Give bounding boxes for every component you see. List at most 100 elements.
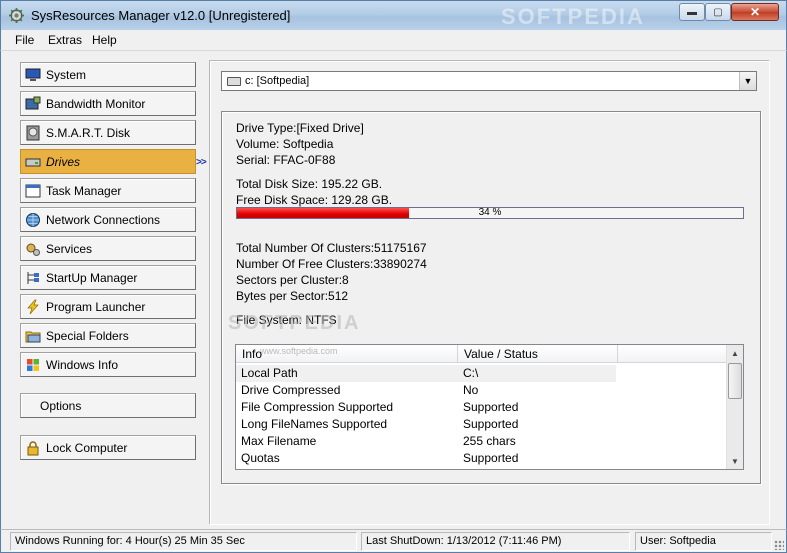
- options-label: Options: [40, 398, 82, 413]
- title-watermark: SOFTPEDIA: [501, 4, 645, 29]
- drive-select-value: c: [Softpedia]: [245, 75, 310, 87]
- maximize-button[interactable]: ▢: [705, 3, 731, 21]
- options-spacer: [25, 398, 35, 414]
- sectors-per-cluster: Sectors per Cluster:8: [236, 273, 349, 287]
- sidebar-item-bandwidth-monitor[interactable]: Bandwidth Monitor: [20, 91, 196, 116]
- watermark: SOFTPEDIA: [228, 312, 361, 334]
- status-user: User: Softpedia: [635, 532, 772, 551]
- scroll-up-icon[interactable]: ▲: [727, 345, 743, 361]
- menu-help[interactable]: Help: [92, 33, 117, 47]
- cell-value: Supported: [463, 400, 519, 414]
- cell-info: Long FileNames Supported: [241, 417, 388, 431]
- cell-value: C:\: [463, 366, 479, 380]
- sidebar-item-task-manager[interactable]: Task Manager: [20, 178, 196, 203]
- cell-info: Max Filename: [241, 434, 317, 448]
- sidebar-item-windows-info[interactable]: Windows Info: [20, 352, 196, 377]
- sidebar-item-program-launcher[interactable]: Program Launcher: [20, 294, 196, 319]
- task-window-icon: [25, 184, 41, 197]
- window-title: SysResources Manager v12.0 [Unregistered…: [31, 8, 291, 23]
- cell-info: Drive Compressed: [241, 383, 341, 397]
- watermark-url: www.softpedia.com: [260, 346, 338, 356]
- scroll-down-icon[interactable]: ▼: [727, 453, 743, 469]
- drive-properties-table[interactable]: Info Value / Status Local Path C:\ Drive C…: [235, 344, 744, 470]
- close-button[interactable]: ✕: [731, 3, 779, 21]
- scroll-thumb[interactable]: [728, 363, 742, 399]
- sidebar-item-label: Drives: [46, 154, 81, 169]
- sidebar-item-services[interactable]: Services: [20, 236, 196, 261]
- sidebar-item-label: Windows Info: [46, 357, 119, 372]
- table-row[interactable]: Drive Compressed No: [236, 382, 616, 399]
- hard-disk-icon: [26, 125, 40, 140]
- sidebar-item-label: Program Launcher: [46, 299, 146, 314]
- column-header-value[interactable]: Value / Status: [458, 345, 618, 363]
- minimize-button[interactable]: ▬: [679, 3, 705, 21]
- folders-icon: [25, 331, 41, 342]
- startup-tree-icon: [27, 271, 39, 284]
- maximize-icon: ▢: [713, 6, 723, 18]
- gears-icon: [26, 243, 40, 256]
- lock-icon: [27, 440, 39, 455]
- active-marker: >>: [196, 157, 207, 168]
- sidebar-item-drives[interactable]: Drives: [20, 149, 196, 174]
- cell-info: File Compression Supported: [241, 400, 394, 414]
- network-card-icon: [25, 96, 41, 109]
- volume: Volume: Softpedia: [236, 137, 334, 151]
- windows-flag-icon: [27, 358, 39, 371]
- sidebar-item-label: S.M.A.R.T. Disk: [46, 125, 131, 140]
- total-clusters: Total Number Of Clusters:51175167: [236, 241, 427, 255]
- cell-info: Quotas: [241, 451, 280, 465]
- title-bar[interactable]: SysResources Manager v12.0 [Unregistered…: [0, 0, 787, 30]
- lightning-icon: [27, 299, 39, 314]
- sidebar-item-label: Network Connections: [46, 212, 161, 227]
- free-clusters: Number Of Free Clusters:33890274: [236, 257, 427, 271]
- status-uptime: Windows Running for: 4 Hour(s) 25 Min 35…: [10, 532, 357, 551]
- drive-small-icon: [227, 76, 241, 86]
- sidebar-item-label: Task Manager: [46, 183, 122, 198]
- free-disk-space: Free Disk Space: 129.28 GB.: [236, 193, 393, 207]
- sidebar-item-special-folders[interactable]: Special Folders: [20, 323, 196, 348]
- sidebar-item-smart-disk[interactable]: S.M.A.R.T. Disk: [20, 120, 196, 145]
- drive-select[interactable]: c: [Softpedia] ▼: [221, 71, 757, 91]
- sidebar-item-startup-manager[interactable]: StartUp Manager: [20, 265, 196, 290]
- drive-type: Drive Type:[Fixed Drive]: [236, 121, 364, 135]
- disk-usage-progress: 34 %: [236, 207, 744, 219]
- menu-bar: File Extras Help: [0, 30, 787, 50]
- monitor-icon: [25, 68, 41, 81]
- minimize-icon: ▬: [687, 6, 697, 18]
- status-last-shutdown: Last ShutDown: 1/13/2012 (7:11:46 PM): [361, 532, 630, 551]
- sidebar-item-label: Services: [46, 241, 93, 256]
- sidebar-item-label: Bandwidth Monitor: [46, 96, 146, 111]
- table-row[interactable]: Quotas Supported: [236, 450, 616, 467]
- cell-value: 255 chars: [463, 434, 516, 448]
- app-gear-icon: [9, 8, 24, 23]
- cell-value: Supported: [463, 451, 519, 465]
- drive-icon: [25, 158, 41, 166]
- bytes-per-sector: Bytes per Sector:512: [236, 289, 349, 303]
- menu-extras[interactable]: Extras: [48, 33, 82, 47]
- total-disk-size: Total Disk Size: 195.22 GB.: [236, 177, 383, 191]
- status-bar: Windows Running for: 4 Hour(s) 25 Min 35…: [0, 529, 787, 553]
- sidebar-item-network-connections[interactable]: Network Connections: [20, 207, 196, 232]
- lock-label: Lock Computer: [46, 440, 128, 455]
- table-row[interactable]: Long FileNames Supported Supported: [236, 416, 616, 433]
- cell-info: Local Path: [241, 366, 298, 380]
- close-icon: ✕: [749, 5, 761, 19]
- sidebar-item-label: Special Folders: [46, 328, 129, 343]
- serial: Serial: FFAC-0F88: [236, 153, 336, 167]
- table-row[interactable]: Max Filename 255 chars: [236, 433, 616, 450]
- menu-file[interactable]: File: [15, 33, 34, 47]
- sidebar-item-label: StartUp Manager: [46, 270, 138, 285]
- cell-value: Supported: [463, 417, 519, 431]
- disk-usage-percent: 34 %: [478, 207, 502, 218]
- table-row[interactable]: File Compression Supported Supported: [236, 399, 616, 416]
- sidebar-item-label: System: [46, 67, 87, 82]
- table-row[interactable]: Local Path C:\: [236, 365, 616, 382]
- options-button[interactable]: Options: [20, 393, 196, 418]
- chevron-down-icon[interactable]: ▼: [739, 72, 756, 90]
- sidebar-item-system[interactable]: System: [20, 62, 196, 87]
- vertical-scrollbar[interactable]: ▲ ▼: [726, 345, 743, 469]
- resize-grip[interactable]: [774, 540, 784, 550]
- cell-value: No: [463, 383, 479, 397]
- lock-computer-button[interactable]: Lock Computer: [20, 435, 196, 460]
- globe-icon: [26, 212, 40, 227]
